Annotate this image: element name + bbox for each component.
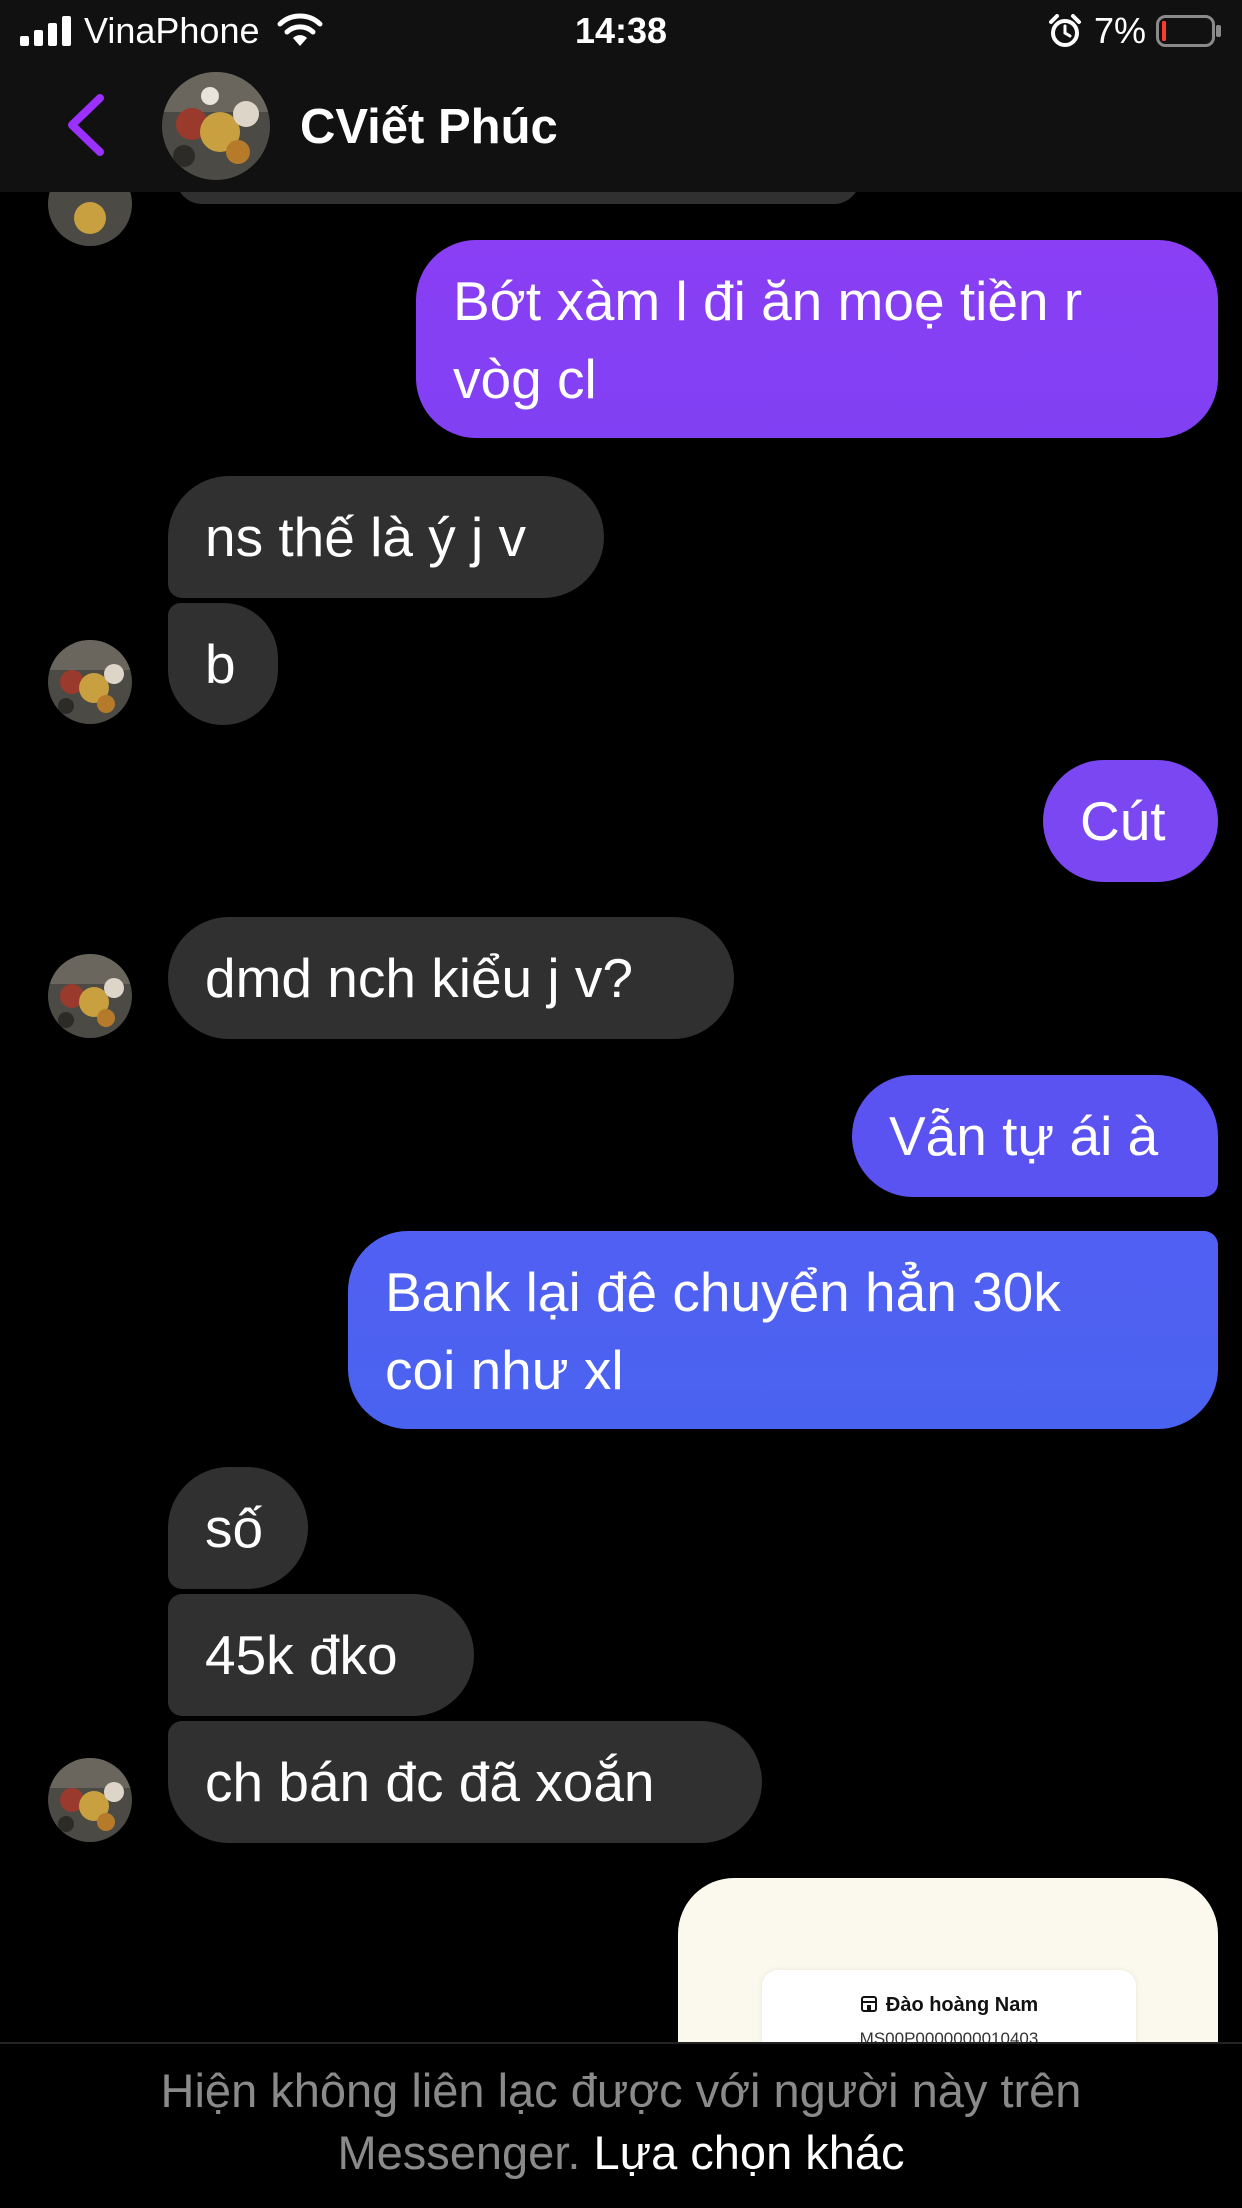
- battery-icon: [1156, 15, 1221, 47]
- sender-avatar[interactable]: [48, 640, 132, 724]
- message-bubble-received[interactable]: dmd nch kiểu j v?: [168, 917, 734, 1039]
- sender-avatar: [48, 192, 132, 246]
- message-text: số: [205, 1497, 264, 1559]
- message-bubble-sent[interactable]: Bớt xàm l đi ăn moẹ tiền r vòg cl: [416, 240, 1218, 438]
- message-text: dmd nch kiểu j v?: [205, 947, 633, 1009]
- contact-avatar[interactable]: [162, 72, 270, 180]
- message-text: ch bán đc đã xoắn: [205, 1751, 655, 1813]
- alarm-icon: [1049, 14, 1081, 47]
- message-bubble-received[interactable]: số: [168, 1467, 308, 1589]
- unavailable-notice: Hiện không liên lạc được với người này t…: [0, 2042, 1242, 2208]
- status-bar: VinaPhone 14:38 7%: [0, 0, 1242, 62]
- message-text: 45k đko: [205, 1624, 398, 1686]
- receipt-name: Đào hoàng Nam: [885, 1994, 1039, 2016]
- store-icon: [860, 1996, 877, 2012]
- message-text-line: vòg cl: [453, 348, 597, 410]
- message-text-line: Bank lại đê chuyển hẳn 30k: [385, 1261, 1061, 1323]
- notice-text-prefix: Messenger.: [337, 2126, 581, 2179]
- sent-image-receipt[interactable]: Đào hoàng Nam MS00P0000000010403: [678, 1878, 1218, 2042]
- message-bubble-received[interactable]: ch bán đc đã xoắn: [168, 1721, 762, 1843]
- sender-avatar[interactable]: [48, 1758, 132, 1842]
- message-bubble-sent[interactable]: Vẫn tự ái à: [852, 1075, 1218, 1197]
- battery-percent: 7%: [1094, 10, 1147, 51]
- message-text-line: Bớt xàm l đi ăn moẹ tiền r: [453, 270, 1083, 332]
- message-bubble-received[interactable]: b: [168, 603, 278, 725]
- notice-text: Hiện không liên lạc được với người này t…: [160, 2064, 1082, 2117]
- message-bubble-received[interactable]: 45k đko: [168, 1594, 474, 1716]
- receipt-panel: Đào hoàng Nam MS00P0000000010403: [762, 1970, 1136, 2042]
- message-list[interactable]: Bớt xàm l đi ăn moẹ tiền r vòg cl ns thế…: [0, 192, 1242, 2042]
- message-text: Vẫn tự ái à: [889, 1105, 1159, 1167]
- message-bubble-sent[interactable]: Cút: [1043, 760, 1218, 882]
- message-bubble-partial: [176, 192, 860, 204]
- message-text: Cút: [1080, 790, 1166, 852]
- message-text: b: [205, 633, 236, 695]
- message-bubble-sent[interactable]: Bank lại đê chuyển hẳn 30k coi như xl: [348, 1231, 1218, 1429]
- message-text: ns thế là ý j v: [205, 506, 526, 568]
- back-chevron-icon[interactable]: [62, 92, 110, 158]
- sender-avatar[interactable]: [48, 954, 132, 1038]
- contact-name[interactable]: CViết Phúc: [300, 100, 558, 154]
- message-bubble-received[interactable]: ns thế là ý j v: [168, 476, 604, 598]
- message-text-line: coi như xl: [385, 1339, 624, 1401]
- receipt-code: MS00P0000000010403: [859, 2029, 1039, 2042]
- other-options-link[interactable]: Lựa chọn khác: [593, 2126, 904, 2179]
